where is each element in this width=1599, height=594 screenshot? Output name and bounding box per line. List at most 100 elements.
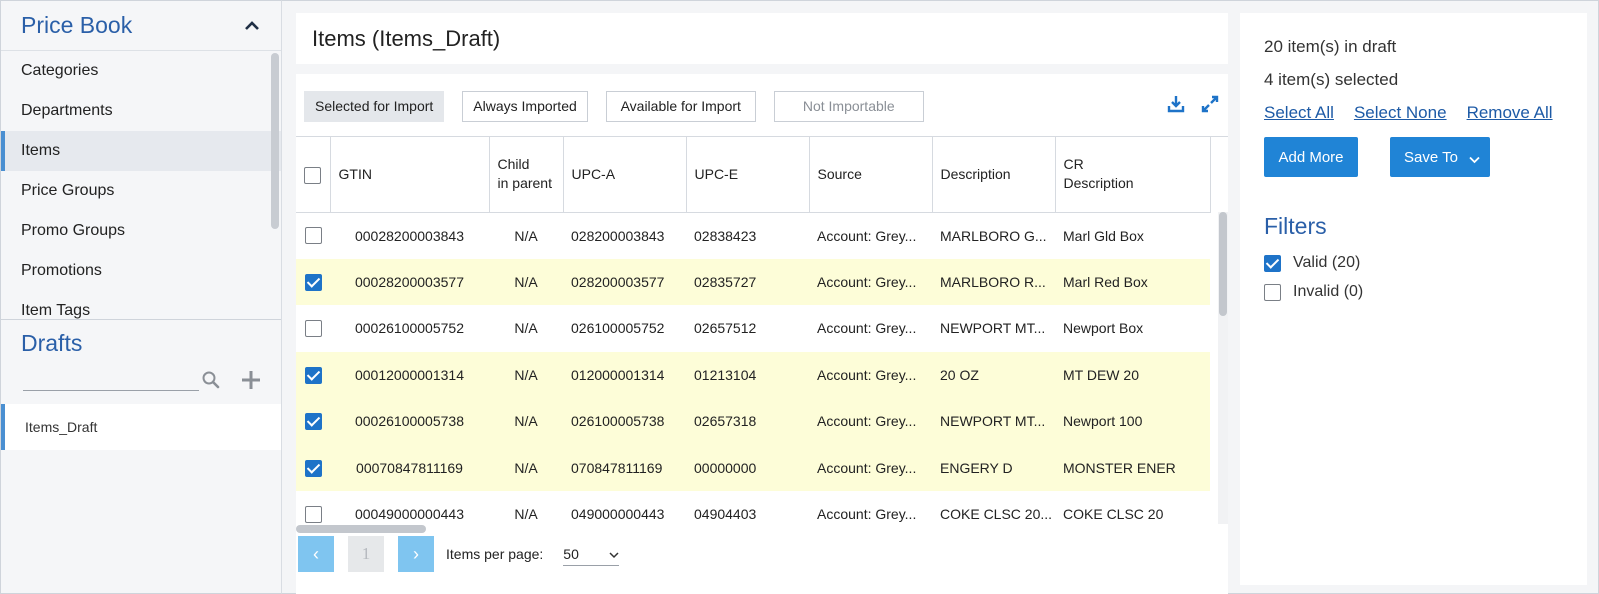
- drafts-search-input[interactable]: [23, 364, 199, 391]
- table-row[interactable]: 00026100005752 N/A 026100005752 02657512 Acc…: [296, 305, 1210, 352]
- table-row[interactable]: 00028200003577 N/A 028200003577 02835727 Acc…: [296, 258, 1210, 305]
- items-table: GTIN Child in parent UPC-A UPC-E Source D…: [296, 136, 1228, 524]
- tab-selected-for-import[interactable]: Selected for Import: [304, 91, 445, 122]
- cell-description: MARLBORO G...: [940, 227, 1047, 244]
- row-checkbox-cell[interactable]: [296, 305, 330, 352]
- cell-source: Account: Grey...: [817, 506, 917, 523]
- items-per-page-select[interactable]: 50: [563, 542, 620, 566]
- column-header-upca[interactable]: UPC-A: [563, 137, 687, 213]
- column-header-gtin[interactable]: GTIN: [330, 137, 490, 213]
- table-row[interactable]: 00026100005738 N/A 026100005738 02657318 Acc…: [296, 398, 1210, 445]
- cell-child: N/A: [514, 506, 538, 523]
- cell-upce: 00000000: [686, 444, 809, 491]
- cell-gtin: 00026100005752: [354, 320, 464, 337]
- sidebar-scrollbar[interactable]: [271, 53, 279, 229]
- row-checkbox-cell[interactable]: [296, 351, 330, 398]
- next-page-button[interactable]: ›: [398, 536, 434, 572]
- column-header-source[interactable]: Source: [809, 137, 933, 213]
- cell-source: Account: Grey...: [817, 320, 917, 337]
- row-checkbox[interactable]: [304, 459, 322, 477]
- cell-description: MARLBORO R...: [932, 258, 1055, 305]
- row-checkbox[interactable]: [304, 413, 322, 431]
- cell-upca: 026100005752: [571, 320, 665, 337]
- save-to-button[interactable]: Save To: [1390, 137, 1490, 177]
- column-header-cr-description[interactable]: CR Description: [1055, 137, 1211, 213]
- table-row[interactable]: 00028200003843 N/A 028200003843 02838423 Acc…: [296, 212, 1210, 259]
- cell-source: Account: Grey...: [809, 444, 932, 491]
- column-header-upce[interactable]: UPC-E: [686, 137, 810, 213]
- filter-valid-checkbox[interactable]: [1264, 254, 1281, 272]
- cell-upca: 049000000443: [571, 506, 665, 523]
- prev-page-button[interactable]: ‹: [298, 536, 334, 572]
- table-row[interactable]: 00012000001314 N/A 012000001314 01213104 Acc…: [296, 351, 1210, 398]
- import-filter-tabs: Selected for Import Always Imported Avai…: [304, 91, 942, 122]
- plus-icon[interactable]: [240, 369, 260, 389]
- expand-icon[interactable]: [1200, 94, 1220, 114]
- table-row[interactable]: 00070847811169 N/A 070847811169 00000000 Acc…: [296, 444, 1210, 491]
- page-title: Items (Items_Draft): [312, 25, 501, 51]
- filter-invalid[interactable]: Invalid (0): [1264, 283, 1363, 301]
- select-all-checkbox[interactable]: [304, 166, 322, 184]
- table-horizontal-scrollbar[interactable]: [296, 525, 426, 533]
- sidebar-item-promotions[interactable]: Promotions: [1, 251, 281, 291]
- drafts-section: Drafts Items_Draft: [1, 319, 281, 593]
- cell-upca: 028200003843: [571, 227, 665, 244]
- sidebar-item-item-tags[interactable]: Item Tags: [1, 291, 281, 319]
- table-row[interactable]: 00049000000443 N/A 049000000443 04904403 Acc…: [296, 491, 1210, 524]
- table-vertical-scrollbar[interactable]: [1218, 212, 1228, 524]
- row-checkbox[interactable]: [304, 366, 322, 384]
- drafts-search: [1, 364, 281, 404]
- sidebar-item-items[interactable]: Items: [1, 131, 281, 171]
- row-checkbox-cell[interactable]: [296, 212, 330, 259]
- row-checkbox-cell[interactable]: [296, 258, 330, 305]
- cell-cr-description: MONSTER ENER: [1055, 444, 1210, 491]
- row-checkbox[interactable]: [304, 227, 322, 245]
- cell-upca: 070847811169: [563, 444, 686, 491]
- cell-source: Account: Grey...: [809, 398, 932, 445]
- cell-upce: 02657318: [686, 398, 809, 445]
- cell-child: N/A: [489, 351, 563, 398]
- page-number-button[interactable]: 1: [348, 536, 384, 572]
- items-per-page-value: 50: [563, 546, 579, 562]
- cell-upce: 04904403: [694, 506, 757, 523]
- row-checkbox-cell[interactable]: [296, 398, 330, 445]
- cell-cr-description: Marl Red Box: [1055, 258, 1210, 305]
- row-checkbox-cell[interactable]: [296, 444, 330, 491]
- chevron-up-icon[interactable]: [243, 17, 261, 35]
- filter-valid[interactable]: Valid (20): [1264, 254, 1360, 272]
- sidebar-item-promo-groups[interactable]: Promo Groups: [1, 211, 281, 251]
- cell-description: COKE CLSC 20...: [940, 506, 1053, 523]
- column-header-description[interactable]: Description: [932, 137, 1056, 213]
- cell-source: Account: Grey...: [809, 351, 932, 398]
- cell-upce: 01213104: [686, 351, 809, 398]
- select-none-link[interactable]: Select None: [1354, 103, 1447, 123]
- row-checkbox[interactable]: [304, 273, 322, 291]
- add-more-button[interactable]: Add More: [1264, 137, 1358, 177]
- tab-always-imported[interactable]: Always Imported: [462, 91, 588, 122]
- sidebar-item-departments[interactable]: Departments: [1, 91, 281, 131]
- select-all-checkbox-cell[interactable]: [296, 137, 331, 213]
- row-checkbox-cell[interactable]: [296, 491, 330, 524]
- column-header-child-in-parent[interactable]: Child in parent: [489, 137, 564, 213]
- search-icon[interactable]: [201, 370, 221, 390]
- filter-valid-label: Valid (20): [1293, 254, 1361, 271]
- table-vertical-scroll-thumb[interactable]: [1219, 212, 1227, 316]
- select-all-link[interactable]: Select All: [1264, 103, 1334, 123]
- filter-invalid-checkbox[interactable]: [1264, 283, 1281, 301]
- items-selected-count: 4 item(s) selected: [1264, 70, 1399, 89]
- cell-gtin: 00049000000443: [354, 506, 464, 523]
- remove-all-link[interactable]: Remove All: [1467, 103, 1553, 123]
- table-header-row: GTIN Child in parent UPC-A UPC-E Source D…: [296, 137, 1211, 213]
- row-checkbox[interactable]: [304, 320, 322, 338]
- items-in-draft-count: 20 item(s) in draft: [1264, 37, 1397, 56]
- row-checkbox[interactable]: [304, 506, 322, 524]
- cell-gtin: 00070847811169: [330, 444, 489, 491]
- cell-description: NEWPORT MT...: [932, 398, 1055, 445]
- sidebar-item-categories[interactable]: Categories: [1, 51, 281, 91]
- draft-item-items-draft[interactable]: Items_Draft: [1, 404, 281, 450]
- price-book-header[interactable]: Price Book: [1, 1, 281, 51]
- sidebar-item-price-groups[interactable]: Price Groups: [1, 171, 281, 211]
- download-icon[interactable]: [1166, 94, 1186, 114]
- tab-available-for-import[interactable]: Available for Import: [605, 91, 756, 122]
- items-grid-card: Selected for Import Always Imported Avai…: [296, 74, 1228, 594]
